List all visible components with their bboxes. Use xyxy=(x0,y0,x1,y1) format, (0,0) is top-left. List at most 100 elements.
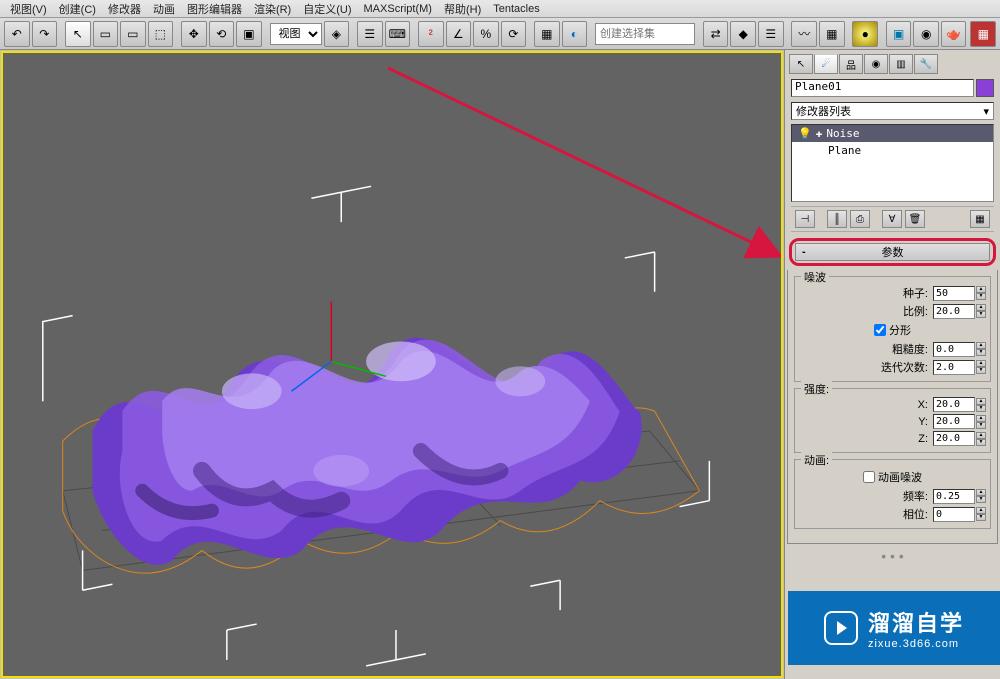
menu-bar: 视图(V) 创建(C) 修改器 动画 图形编辑器 渲染(R) 自定义(U) MA… xyxy=(0,0,1000,18)
play-icon xyxy=(824,611,858,645)
noise-group: 噪波 种子: ▲▼ 比例: ▲▼ 分形 粗糙度: ▲▼ xyxy=(794,276,991,382)
z-label: Z: xyxy=(918,433,930,445)
fractal-checkbox[interactable] xyxy=(874,324,886,336)
scale-button[interactable]: ▣ xyxy=(236,21,262,47)
menu-graph-editors[interactable]: 图形编辑器 xyxy=(181,1,248,17)
modifier-list-dropdown[interactable]: 修改器列表▾ xyxy=(791,102,994,120)
freq-spinner[interactable]: ▲▼ xyxy=(933,489,986,504)
undo-button[interactable]: ↶ xyxy=(4,21,30,47)
tab-utilities[interactable]: 🔧 xyxy=(914,54,938,74)
chevron-down-icon: ▾ xyxy=(983,105,989,118)
mirror-tool-button[interactable]: ⇄ xyxy=(703,21,729,47)
modifier-stack[interactable]: 💡 ✚ Noise Plane xyxy=(791,124,994,202)
keyboard-shortcut-button[interactable]: ⌨ xyxy=(385,21,411,47)
tab-motion[interactable]: ◉ xyxy=(864,54,888,74)
object-color-swatch[interactable] xyxy=(976,79,994,97)
select-name-button[interactable]: ▭ xyxy=(93,21,119,47)
stack-item-plane[interactable]: Plane xyxy=(792,142,993,159)
menu-view[interactable]: 视图(V) xyxy=(4,1,53,17)
y-spinner[interactable]: ▲▼ xyxy=(933,414,986,429)
object-name-field[interactable]: Plane01 xyxy=(791,79,974,97)
menu-animation[interactable]: 动画 xyxy=(147,1,181,17)
pin-stack-button[interactable]: ⊣ xyxy=(795,210,815,228)
menu-customize[interactable]: 自定义(U) xyxy=(297,1,357,17)
select-window-button[interactable]: ⬚ xyxy=(148,21,174,47)
snap-2d-button[interactable]: ² xyxy=(418,21,444,47)
scale-spinner[interactable]: ▲▼ xyxy=(933,304,986,319)
tab-create[interactable]: ↖ xyxy=(789,54,813,74)
bulb-icon: 💡 xyxy=(798,127,812,140)
tab-modify[interactable]: ☄ xyxy=(814,54,838,74)
watermark-url: zixue.3d66.com xyxy=(868,638,964,650)
x-spinner[interactable]: ▲▼ xyxy=(933,397,986,412)
quick-render-button[interactable]: 🫖 xyxy=(941,21,967,47)
main-toolbar: ↶ ↷ ↖ ▭ ▭ ⬚ ✥ ⟲ ▣ 视图 ◈ ☰ ⌨ ² ∠ % ⟳ ▦ ◐ ⇄… xyxy=(0,18,1000,50)
animation-group: 动画: 动画噪波 频率: ▲▼ 相位: ▲▼ xyxy=(794,459,991,529)
rollout-parameters-header[interactable]: - 参数 xyxy=(795,243,990,261)
layers-button[interactable]: ☰ xyxy=(758,21,784,47)
selection-set-input[interactable] xyxy=(595,23,695,45)
app-button[interactable]: ▦ xyxy=(970,21,996,47)
z-spinner[interactable]: ▲▼ xyxy=(933,431,986,446)
viewport[interactable] xyxy=(1,51,783,678)
schematic-button[interactable]: ▦ xyxy=(819,21,845,47)
roughness-spinner[interactable]: ▲▼ xyxy=(933,342,986,357)
y-label: Y: xyxy=(918,416,930,428)
strength-group-label: 强度: xyxy=(801,381,832,397)
make-unique-button[interactable]: ⎙ xyxy=(850,210,870,228)
watermark-title: 溜溜自学 xyxy=(868,606,964,638)
command-tabs: ↖ ☄ 品 ◉ ▥ 🔧 xyxy=(787,52,998,76)
menu-maxscript[interactable]: MAXScript(M) xyxy=(358,3,438,15)
roughness-label: 粗糙度: xyxy=(892,341,930,357)
animation-group-label: 动画: xyxy=(801,452,832,468)
iterations-spinner[interactable]: ▲▼ xyxy=(933,360,986,375)
menu-help[interactable]: 帮助(H) xyxy=(438,1,487,17)
spinner-snap-button[interactable]: ⟳ xyxy=(501,21,527,47)
align-button[interactable]: ◆ xyxy=(730,21,756,47)
mirror-button[interactable]: ◐ xyxy=(562,21,588,47)
show-end-button[interactable]: ║ xyxy=(827,210,847,228)
anim-noise-label: 动画噪波 xyxy=(878,469,922,485)
ref-coord-dropdown[interactable]: 视图 xyxy=(270,23,322,45)
select-manipulate-button[interactable]: ☰ xyxy=(357,21,383,47)
rendered-frame-button[interactable]: ◉ xyxy=(913,21,939,47)
seed-label: 种子: xyxy=(903,285,930,301)
tab-display[interactable]: ▥ xyxy=(889,54,913,74)
noise-group-label: 噪波 xyxy=(801,269,829,285)
snap-angle-button[interactable]: ∠ xyxy=(446,21,472,47)
main-area: ↖ ☄ 品 ◉ ▥ 🔧 Plane01 修改器列表▾ 💡 ✚ Noise Pla… xyxy=(0,50,1000,679)
tab-hierarchy[interactable]: 品 xyxy=(839,54,863,74)
rotate-button[interactable]: ⟲ xyxy=(209,21,235,47)
viewport-canvas xyxy=(3,53,781,675)
fractal-label: 分形 xyxy=(889,322,911,338)
seed-spinner[interactable]: ▲▼ xyxy=(933,286,986,301)
select-button[interactable]: ↖ xyxy=(65,21,91,47)
curve-editor-button[interactable]: 〰 xyxy=(791,21,817,47)
select-rect-button[interactable]: ▭ xyxy=(120,21,146,47)
redo-button[interactable]: ↷ xyxy=(32,21,58,47)
trash-button[interactable]: 🗑 xyxy=(905,210,925,228)
move-button[interactable]: ✥ xyxy=(181,21,207,47)
freq-label: 频率: xyxy=(903,488,930,504)
anim-noise-checkbox[interactable] xyxy=(863,471,875,483)
render-setup-button[interactable]: ▣ xyxy=(886,21,912,47)
menu-modifiers[interactable]: 修改器 xyxy=(102,1,147,17)
stack-item-noise[interactable]: 💡 ✚ Noise xyxy=(792,125,993,142)
annotation-highlight: - 参数 xyxy=(789,238,996,266)
expand-icon: ✚ xyxy=(816,127,823,140)
menu-rendering[interactable]: 渲染(R) xyxy=(248,1,297,17)
material-editor-button[interactable]: ● xyxy=(852,21,878,47)
phase-label: 相位: xyxy=(903,506,930,522)
named-sel-button[interactable]: ▦ xyxy=(534,21,560,47)
panel-resize-dots[interactable]: • • • xyxy=(787,544,998,568)
menu-create[interactable]: 创建(C) xyxy=(53,1,102,17)
command-panel: ↖ ☄ 品 ◉ ▥ 🔧 Plane01 修改器列表▾ 💡 ✚ Noise Pla… xyxy=(784,50,1000,679)
phase-spinner[interactable]: ▲▼ xyxy=(933,507,986,522)
menu-tentacles[interactable]: Tentacles xyxy=(487,3,545,15)
configure-button[interactable]: ▦ xyxy=(970,210,990,228)
remove-mod-button[interactable]: ∀ xyxy=(882,210,902,228)
pivot-button[interactable]: ◈ xyxy=(324,21,350,47)
iterations-label: 迭代次数: xyxy=(881,359,930,375)
snap-percent-button[interactable]: % xyxy=(473,21,499,47)
watermark-badge: 溜溜自学 zixue.3d66.com xyxy=(788,591,1000,665)
